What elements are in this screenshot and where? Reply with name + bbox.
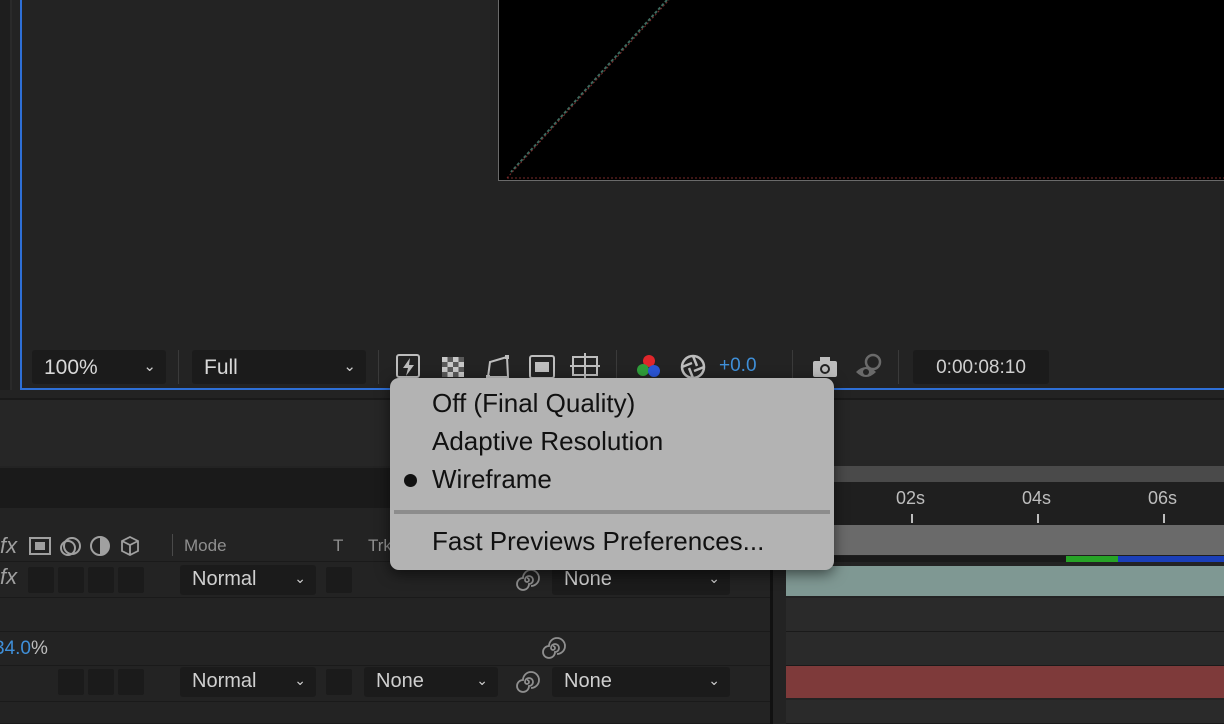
layer-row-empty (0, 702, 770, 724)
switch-box[interactable] (58, 567, 84, 593)
blend-mode-value: Normal (192, 568, 257, 590)
chevron-down-icon: ⌄ (294, 570, 306, 586)
track-row (786, 632, 1224, 666)
wireframe-layer (506, 0, 1224, 179)
property-row (0, 598, 770, 632)
fast-previews-menu: Off (Final Quality) Adaptive Resolution … (390, 378, 834, 570)
layer-duration-bar[interactable] (786, 566, 1224, 596)
film-icon[interactable] (28, 534, 52, 558)
menu-item-fast-previews-preferences[interactable]: Fast Previews Preferences... (432, 526, 764, 557)
preserve-transparency-box[interactable] (326, 669, 352, 695)
timeline-split-divider[interactable] (770, 562, 773, 724)
resolution-value: Full (204, 356, 238, 379)
switch-box[interactable] (88, 567, 114, 593)
scale-number[interactable]: 34.0 (0, 638, 31, 659)
zoom-select[interactable]: 100% ⌄ (32, 350, 166, 384)
switch-box[interactable] (28, 567, 54, 593)
switch-box[interactable] (58, 669, 84, 695)
chevron-down-icon: ⌄ (708, 570, 720, 586)
parent-value: None (564, 670, 612, 692)
motion-blur-icon[interactable] (58, 534, 82, 558)
chevron-down-icon: ⌄ (343, 358, 356, 375)
menu-item-off-final-quality[interactable]: Off (Final Quality) (432, 388, 635, 419)
preserve-transparency-box[interactable] (326, 567, 352, 593)
blend-mode-value: Normal (192, 670, 257, 692)
cached-frames-green (1066, 556, 1118, 562)
track-row (786, 598, 1224, 632)
fx-switch[interactable]: fx (0, 564, 17, 590)
parent-dropdown[interactable]: None ⌄ (552, 667, 730, 697)
viewer-left-strip (0, 0, 12, 390)
menu-item-adaptive-resolution[interactable]: Adaptive Resolution (432, 426, 663, 457)
scale-unit: % (30, 638, 48, 659)
switch-box[interactable] (88, 669, 114, 695)
chevron-down-icon: ⌄ (294, 672, 306, 688)
chevron-down-icon: ⌄ (708, 672, 720, 688)
pickwhip-icon[interactable] (514, 567, 540, 593)
track-matte-dropdown[interactable]: None ⌄ (364, 667, 498, 697)
chevron-down-icon: ⌄ (476, 672, 488, 688)
toolbar-divider (898, 350, 899, 384)
trkmat-column-label: Trk (368, 536, 392, 555)
menu-item-wireframe[interactable]: Wireframe (432, 464, 552, 495)
mode-column-label: Mode (184, 536, 227, 555)
adjustment-layer-icon[interactable] (88, 534, 112, 558)
ruler-label-04s: 04s (1022, 488, 1052, 508)
toolbar-divider (178, 350, 179, 384)
ruler-tick (1163, 514, 1165, 523)
ruler-tick (911, 514, 913, 523)
ruler-label-02s: 02s (896, 488, 926, 508)
layer-row[interactable]: Normal ⌄ None ⌄ None ⌄ (0, 666, 770, 702)
track-matte-value: None (376, 670, 424, 692)
chevron-down-icon: ⌄ (143, 358, 156, 375)
pickwhip-icon[interactable] (514, 669, 540, 695)
ruler-tick (1037, 514, 1039, 523)
scale-value[interactable]: 34.0% (0, 638, 48, 660)
time-navigator[interactable] (786, 466, 1224, 482)
composition-canvas[interactable] (498, 0, 1224, 181)
composition-viewer: 100% ⌄ Full ⌄ +0.0 0:00:08:10 (0, 0, 1224, 390)
current-time-display[interactable]: 0:00:08:10 (913, 350, 1049, 384)
track-row (786, 700, 1224, 724)
show-snapshot-icon[interactable] (854, 352, 884, 382)
parent-value: None (564, 568, 612, 590)
fx-column-label: fx (0, 533, 18, 558)
exposure-value[interactable]: +0.0 (719, 355, 757, 377)
blend-mode-dropdown[interactable]: Normal ⌄ (180, 565, 316, 595)
cached-frames-blue (1118, 556, 1224, 562)
ruler-label-06s: 06s (1148, 488, 1178, 508)
property-row-scale: 34.0% (0, 632, 770, 666)
blend-mode-dropdown[interactable]: Normal ⌄ (180, 667, 316, 697)
resolution-select[interactable]: Full ⌄ (192, 350, 366, 384)
column-divider (172, 534, 173, 556)
switch-box[interactable] (118, 567, 144, 593)
switch-box[interactable] (118, 669, 144, 695)
pickwhip-icon[interactable] (540, 635, 566, 661)
t-column-label: T (333, 536, 344, 555)
menu-separator (394, 510, 830, 514)
layer-duration-bar[interactable] (786, 666, 1224, 698)
selected-bullet-icon (404, 474, 417, 487)
work-area-bar[interactable] (786, 525, 1224, 555)
3d-layer-icon[interactable] (118, 534, 142, 558)
toolbar-divider (378, 350, 379, 384)
zoom-value: 100% (44, 356, 98, 379)
time-ruler[interactable]: 02s 04s 06s (786, 466, 1224, 562)
